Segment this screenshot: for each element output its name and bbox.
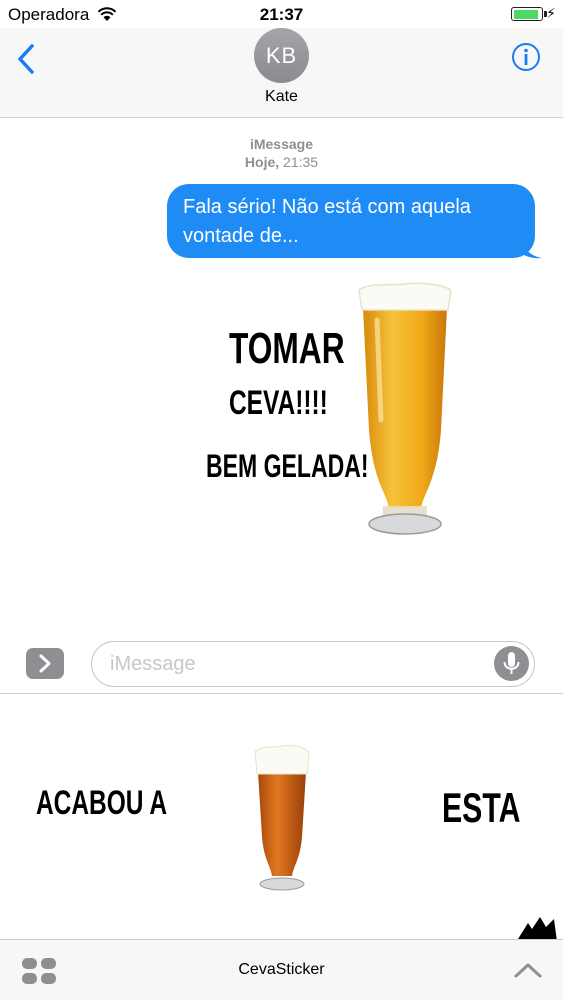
sent-message-bubble[interactable]: Fala sério! Não está com aquela vontade … [167, 184, 535, 258]
status-bar: Operadora 21:37 ⚡ [0, 0, 563, 28]
app-bottom-bar: CevaSticker [0, 939, 563, 1000]
charging-icon: ⚡ [546, 5, 556, 21]
beer-glass-icon [254, 744, 310, 891]
sticker-acabou-text: Acabou a [36, 784, 168, 822]
info-icon[interactable] [511, 42, 541, 72]
sticker-drawer: Acabou a Esta [0, 694, 563, 939]
message-timestamp: Hoje, 21:35 [0, 154, 563, 170]
sticker-acabou[interactable]: Acabou a [30, 784, 180, 834]
microphone-button[interactable] [494, 646, 529, 681]
sticker-esta-text: Esta [442, 784, 521, 831]
expand-apps-button[interactable] [26, 648, 64, 679]
sticker-line-2: Ceva!!!! [229, 384, 328, 422]
message-input-placeholder: iMessage [110, 653, 196, 675]
sticker-line-3: Bem Gelada! [206, 448, 369, 484]
app-name: CevaSticker [238, 961, 325, 978]
battery-icon [511, 7, 543, 21]
contact-avatar[interactable]: KB [254, 28, 309, 83]
timestamp-day: Hoje, [244, 154, 280, 170]
bubble-tail [520, 236, 542, 259]
timestamp-time: 21:35 [283, 154, 319, 170]
contact-name[interactable]: Kate [0, 88, 563, 106]
message-text: Fala sério! Não está com aquela vontade … [183, 196, 471, 247]
chevron-up-icon[interactable] [513, 960, 543, 980]
chevron-right-icon [39, 654, 51, 673]
sticker-esta[interactable]: Esta [442, 784, 542, 834]
message-input[interactable]: iMessage [91, 641, 535, 687]
beer-sticker[interactable]: Tomar Ceva!!!! Bem Gelada! [195, 280, 465, 540]
beer-glass-icon [358, 282, 452, 535]
avatar-initials: KB [265, 42, 298, 68]
sticker-line-1: Tomar [229, 324, 345, 373]
sticker-beer-glass[interactable] [248, 742, 316, 892]
clock: 21:37 [259, 5, 304, 24]
battery-level [513, 9, 539, 19]
service-label: iMessage [249, 136, 314, 152]
conversation-header: KB Kate [0, 28, 563, 118]
back-chevron-icon[interactable] [14, 42, 38, 76]
microphone-icon [503, 652, 520, 674]
partial-sticker[interactable] [510, 909, 560, 939]
